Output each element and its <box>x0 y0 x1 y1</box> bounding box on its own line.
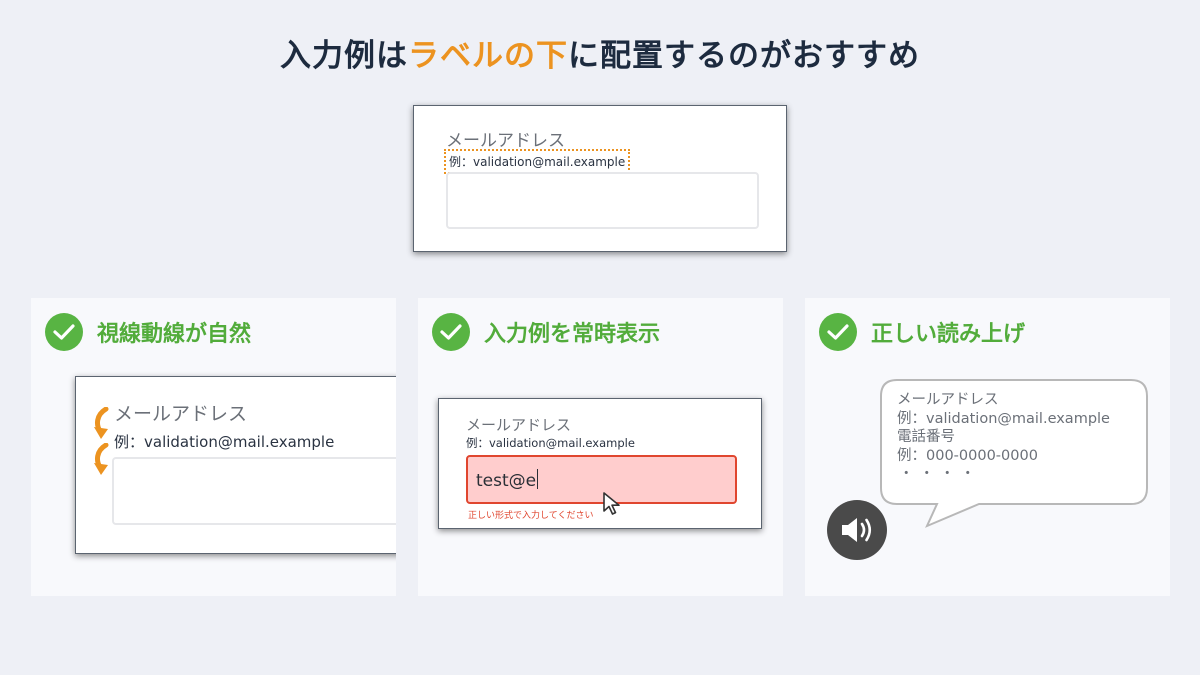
panel-title: 入力例を常時表示 <box>484 322 661 347</box>
panel-always-visible-example: 入力例を常時表示 メールアドレス 例：validation@mail.examp… <box>418 298 783 596</box>
speech-line: メールアドレス <box>897 392 999 408</box>
title-part2: に配置するのがおすすめ <box>568 38 920 74</box>
panel-header: 正しい読み上げ <box>819 312 1025 352</box>
speech-line: 例：000-0000-0000 <box>897 447 1038 464</box>
panel-title: 視線動線が自然 <box>97 322 252 347</box>
email-input[interactable] <box>112 457 396 525</box>
speech-line: ・・・・ <box>899 466 981 482</box>
text-caret <box>537 469 539 489</box>
email-label: メールアドレス <box>466 416 572 434</box>
speech-line: 例：validation@mail.example <box>897 410 1110 427</box>
page-title: 入力例はラベルの下に配置するのがおすすめ <box>0 30 1200 75</box>
top-example-form: メールアドレス 例：validation@mail.example <box>413 105 787 252</box>
email-example: 例：validation@mail.example <box>466 436 635 450</box>
panel-header: 視線動線が自然 <box>45 312 251 352</box>
title-accent: ラベルの下 <box>408 38 568 74</box>
error-message: 正しい形式で入力してください <box>468 511 594 521</box>
check-icon <box>432 313 470 351</box>
panel-title: 正しい読み上げ <box>871 322 1026 347</box>
check-icon <box>45 313 83 351</box>
email-label: メールアドレス <box>446 131 565 151</box>
arrow-down-icon <box>94 443 109 475</box>
eye-flow-form: メールアドレス 例：validation@mail.example <box>75 376 396 554</box>
screen-reader-output: メールアドレス 例：validation@mail.example 電話番号 例… <box>897 391 1110 484</box>
mouse-cursor-icon <box>603 492 620 515</box>
panel-header: 入力例を常時表示 <box>432 312 660 352</box>
title-part1: 入力例は <box>280 38 408 74</box>
panel-correct-reading: 正しい読み上げ メールアドレス 例：validation@mail.exampl… <box>805 298 1170 596</box>
check-icon <box>819 313 857 351</box>
email-example: 例：validation@mail.example <box>114 433 335 451</box>
arrow-down-icon <box>94 407 109 439</box>
email-input[interactable] <box>446 172 759 229</box>
email-label: メールアドレス <box>114 403 248 425</box>
error-state-form: メールアドレス 例：validation@mail.example test@e… <box>438 398 762 529</box>
speaker-icon <box>827 500 887 560</box>
typed-value: test@e <box>476 469 539 491</box>
email-example-highlighted: 例：validation@mail.example <box>444 149 631 174</box>
speech-line: 電話番号 <box>897 429 955 445</box>
panel-natural-eye-flow: 視線動線が自然 メールアドレス 例：validation@mail.exampl… <box>31 298 396 596</box>
